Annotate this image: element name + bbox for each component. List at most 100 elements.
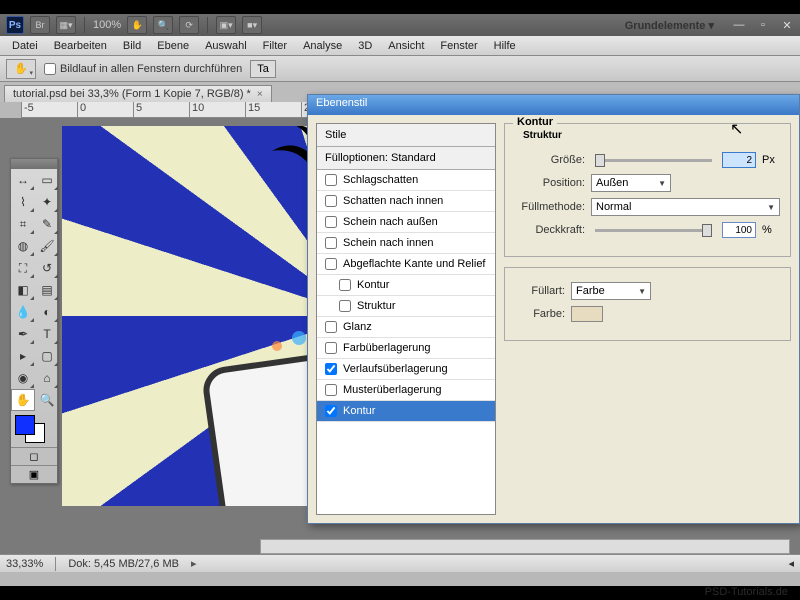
lasso-tool[interactable]: ⌇ xyxy=(11,191,35,213)
wand-tool[interactable]: ✦ xyxy=(35,191,59,213)
color-picker[interactable] xyxy=(11,411,57,447)
style-checkbox[interactable] xyxy=(325,384,337,396)
menu-bild[interactable]: Bild xyxy=(115,38,149,54)
menu-3d[interactable]: 3D xyxy=(350,38,380,54)
menu-analyse[interactable]: Analyse xyxy=(295,38,350,54)
menu-auswahl[interactable]: Auswahl xyxy=(197,38,255,54)
titlebar-zoom[interactable]: 100% xyxy=(93,19,121,31)
style-label: Schein nach außen xyxy=(343,216,438,228)
eraser-tool[interactable]: ◧ xyxy=(11,279,35,301)
bridge-button[interactable]: Br xyxy=(30,16,50,34)
style-item[interactable]: Verlaufsüberlagerung xyxy=(317,359,495,380)
style-item[interactable]: Schlagschatten xyxy=(317,170,495,191)
style-checkbox[interactable] xyxy=(339,300,351,312)
history-brush-tool[interactable]: ↺ xyxy=(35,257,59,279)
style-item[interactable]: Farbüberlagerung xyxy=(317,338,495,359)
rotate-view-button[interactable]: ⟳ xyxy=(179,16,199,34)
blur-tool[interactable]: 💧 xyxy=(11,301,35,323)
layer-style-dialog[interactable]: Ebenenstil Stile Fülloptionen: Standard … xyxy=(307,94,800,524)
current-tool-dropdown[interactable]: ✋ xyxy=(6,59,36,79)
brush-tool[interactable]: 🖌 xyxy=(35,235,59,257)
menu-bearbeiten[interactable]: Bearbeiten xyxy=(46,38,115,54)
heal-tool[interactable]: ◍ xyxy=(11,235,35,257)
crop-tool[interactable]: ⌗ xyxy=(11,213,35,235)
zoom-tool-button[interactable]: 🔍 xyxy=(153,16,173,34)
status-arrow-icon[interactable]: ▸ xyxy=(191,557,197,570)
size-input[interactable] xyxy=(722,152,756,168)
stroke-color-swatch[interactable] xyxy=(571,306,603,322)
close-tab-icon[interactable]: × xyxy=(257,89,263,100)
workspace-dropdown[interactable]: Grundelemente ▾ xyxy=(617,19,722,32)
scroll-all-windows-checkbox[interactable]: Bildlauf in allen Fenstern durchführen xyxy=(44,63,242,75)
style-checkbox[interactable] xyxy=(325,258,337,270)
pen-tool[interactable]: ✒ xyxy=(11,323,35,345)
style-item[interactable]: Glanz xyxy=(317,317,495,338)
toolbox[interactable]: ↔ ▭ ⌇ ✦ ⌗ ✎ ◍ 🖌 ⛶ ↺ ◧ ▤ 💧 ◐ ✒ T ▸ ▢ ◉ ⌂ xyxy=(10,158,58,484)
styles-header[interactable]: Stile xyxy=(317,124,495,147)
style-item[interactable]: Kontur xyxy=(317,275,495,296)
style-settings-panel: Kontur Struktur Größe: Px Position: Auße… xyxy=(504,123,791,515)
style-checkbox[interactable] xyxy=(325,405,337,417)
style-checkbox[interactable] xyxy=(325,237,337,249)
shape-tool[interactable]: ▢ xyxy=(35,345,59,367)
arrange-button[interactable]: ▣▾ xyxy=(216,16,236,34)
style-checkbox[interactable] xyxy=(325,174,337,186)
fill-options-item[interactable]: Fülloptionen: Standard xyxy=(317,147,495,170)
gradient-tool[interactable]: ▤ xyxy=(35,279,59,301)
dialog-title[interactable]: Ebenenstil xyxy=(308,95,799,115)
style-item[interactable]: Schein nach außen xyxy=(317,212,495,233)
style-label: Kontur xyxy=(357,279,389,291)
hand-tool[interactable]: ✋ xyxy=(11,389,35,411)
path-select-tool[interactable]: ▸ xyxy=(11,345,35,367)
document-tab[interactable]: tutorial.psd bei 33,3% (Form 1 Kopie 7, … xyxy=(4,85,272,102)
style-item[interactable]: Schein nach innen xyxy=(317,233,495,254)
horizontal-scrollbar[interactable] xyxy=(260,539,790,554)
status-zoom[interactable]: 33,33% xyxy=(6,558,43,570)
screenmode-button[interactable]: ▣ xyxy=(11,466,57,483)
stamp-tool[interactable]: ⛶ xyxy=(11,257,35,279)
3d-tool[interactable]: ◉ xyxy=(11,367,35,389)
size-slider[interactable] xyxy=(595,159,712,162)
position-select[interactable]: Außen▼ xyxy=(591,174,671,192)
minimize-button[interactable]: — xyxy=(732,18,746,32)
style-checkbox[interactable] xyxy=(325,363,337,375)
3d-camera-tool[interactable]: ⌂ xyxy=(35,367,59,389)
blend-mode-select[interactable]: Normal▼ xyxy=(591,198,780,216)
quickmask-button[interactable]: ◻ xyxy=(11,448,57,465)
maximize-button[interactable]: ▫ xyxy=(756,18,770,32)
menu-ansicht[interactable]: Ansicht xyxy=(380,38,432,54)
opacity-input[interactable] xyxy=(722,222,756,238)
hand-tool-button[interactable]: ✋ xyxy=(127,16,147,34)
style-checkbox[interactable] xyxy=(325,321,337,333)
menu-hilfe[interactable]: Hilfe xyxy=(486,38,524,54)
style-item[interactable]: Struktur xyxy=(317,296,495,317)
move-tool[interactable]: ↔ xyxy=(11,169,35,191)
marquee-tool[interactable]: ▭ xyxy=(35,169,59,191)
opacity-slider[interactable] xyxy=(595,229,712,232)
filltype-select[interactable]: Farbe▼ xyxy=(571,282,651,300)
style-item[interactable]: Abgeflachte Kante und Relief xyxy=(317,254,495,275)
zoom-tool[interactable]: 🔍 xyxy=(35,389,59,411)
close-button[interactable]: ✕ xyxy=(780,18,794,32)
dodge-tool[interactable]: ◐ xyxy=(35,301,59,323)
status-scroll-left[interactable]: ◂ xyxy=(788,557,794,570)
style-checkbox[interactable] xyxy=(325,195,337,207)
menu-filter[interactable]: Filter xyxy=(255,38,295,54)
menu-datei[interactable]: Datei xyxy=(4,38,46,54)
type-tool[interactable]: T xyxy=(35,323,59,345)
view-mode-button[interactable]: ▦▾ xyxy=(56,16,76,34)
style-checkbox[interactable] xyxy=(339,279,351,291)
eyedropper-tool[interactable]: ✎ xyxy=(35,213,59,235)
actual-pixels-button[interactable]: Ta xyxy=(250,60,276,78)
foreground-swatch[interactable] xyxy=(15,415,35,435)
menu-ebene[interactable]: Ebene xyxy=(149,38,197,54)
menu-fenster[interactable]: Fenster xyxy=(432,38,485,54)
screen-mode-button[interactable]: ■▾ xyxy=(242,16,262,34)
style-checkbox[interactable] xyxy=(325,216,337,228)
status-doc-size[interactable]: Dok: 5,45 MB/27,6 MB xyxy=(68,558,179,570)
toolbox-grip[interactable] xyxy=(11,159,57,169)
style-item[interactable]: Kontur xyxy=(317,401,495,422)
style-item[interactable]: Schatten nach innen xyxy=(317,191,495,212)
style-item[interactable]: Musterüberlagerung xyxy=(317,380,495,401)
style-checkbox[interactable] xyxy=(325,342,337,354)
